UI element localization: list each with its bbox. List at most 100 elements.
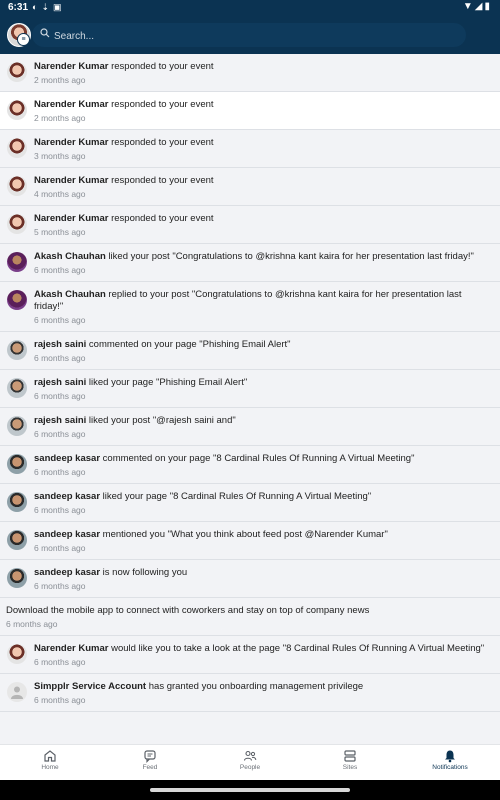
notification-time: 6 months ago xyxy=(34,391,86,401)
notification-actor[interactable]: Akash Chauhan xyxy=(34,289,106,300)
app-header: ≡ xyxy=(0,16,500,54)
notification-time: 3 months ago xyxy=(34,151,86,161)
notification-actor[interactable]: Narender Kumar xyxy=(34,213,108,224)
avatar[interactable] xyxy=(7,290,27,310)
sites-icon xyxy=(344,750,356,762)
avatar[interactable] xyxy=(7,416,27,436)
avatar[interactable] xyxy=(7,340,27,360)
notification-item[interactable]: Akash Chauhan replied to your post "Cong… xyxy=(0,282,500,332)
notification-actor[interactable]: rajesh saini xyxy=(34,339,86,350)
notification-item[interactable]: Akash Chauhan liked your post "Congratul… xyxy=(0,244,500,282)
notification-time: 6 months ago xyxy=(34,505,86,515)
notification-actor[interactable]: Narender Kumar xyxy=(34,643,108,654)
notification-text: responded to your event xyxy=(108,137,214,148)
app-icon: ▣ xyxy=(52,2,66,12)
notification-actor[interactable]: sandeep kasar xyxy=(34,453,100,464)
user-placeholder-icon xyxy=(11,686,23,699)
home-gesture-bar[interactable] xyxy=(150,788,350,792)
notification-text: mentioned you "What you think about feed… xyxy=(100,529,388,540)
notification-actor[interactable]: Narender Kumar xyxy=(34,61,108,72)
nav-sites[interactable]: Sites xyxy=(300,749,400,779)
notification-message: Narender Kumar responded to your event xyxy=(34,61,490,73)
avatar[interactable] xyxy=(7,530,27,550)
avatar[interactable] xyxy=(7,100,27,120)
battery-icon: ▮ xyxy=(484,1,492,12)
notification-item[interactable]: sandeep kasar liked your page "8 Cardina… xyxy=(0,484,500,522)
avatar[interactable] xyxy=(7,214,27,234)
notification-text: responded to your event xyxy=(108,99,214,110)
notification-actor[interactable]: rajesh saini xyxy=(34,377,86,388)
notification-item[interactable]: rajesh saini liked your post "@rajesh sa… xyxy=(0,408,500,446)
avatar[interactable] xyxy=(7,252,27,272)
feed-icon xyxy=(144,750,156,763)
notification-message: Narender Kumar would like you to take a … xyxy=(34,643,490,655)
notification-text: liked your post "Congratulations to @kri… xyxy=(105,251,474,262)
avatar[interactable] xyxy=(7,568,27,588)
avatar[interactable] xyxy=(7,682,27,702)
status-right-icons: ▼◢▮ xyxy=(463,1,492,12)
notification-item[interactable]: sandeep kasar is now following you 6 mont… xyxy=(0,560,500,598)
notification-time: 6 months ago xyxy=(34,315,86,325)
nav-people[interactable]: People xyxy=(200,749,300,779)
notification-text: has granted you onboarding management pr… xyxy=(146,681,364,692)
avatar[interactable] xyxy=(7,176,27,196)
notification-actor[interactable]: Narender Kumar xyxy=(34,175,108,186)
nav-notifications[interactable]: Notifications xyxy=(400,749,500,779)
avatar[interactable] xyxy=(7,644,27,664)
nav-feed[interactable]: Feed xyxy=(100,749,200,779)
notification-item[interactable]: Simpplr Service Account has granted you … xyxy=(0,674,500,712)
notification-message: Narender Kumar responded to your event xyxy=(34,137,490,149)
status-bar: 6:31 ◐⇣▣ ▼◢▮ xyxy=(0,0,500,16)
avatar[interactable] xyxy=(7,138,27,158)
notification-item[interactable]: Narender Kumar responded to your event 2 … xyxy=(0,92,500,130)
notification-item[interactable]: Narender Kumar responded to your event 5 … xyxy=(0,206,500,244)
notification-item[interactable]: sandeep kasar commented on your page "8 … xyxy=(0,446,500,484)
menu-badge-icon[interactable]: ≡ xyxy=(17,33,30,46)
notification-list: Narender Kumar responded to your event 2 … xyxy=(0,54,500,712)
search-input[interactable] xyxy=(52,26,456,46)
avatar[interactable] xyxy=(7,454,27,474)
notification-time: 6 months ago xyxy=(34,657,86,667)
status-time: 6:31 xyxy=(8,2,29,13)
notification-time: 6 months ago xyxy=(34,467,86,477)
notification-message: sandeep kasar mentioned you "What you th… xyxy=(34,529,490,541)
notification-actor[interactable]: Akash Chauhan xyxy=(34,251,106,262)
notification-item[interactable]: Narender Kumar responded to your event 3 … xyxy=(0,130,500,168)
notification-actor[interactable]: sandeep kasar xyxy=(34,491,100,502)
notification-time: 5 months ago xyxy=(34,227,86,237)
notification-item[interactable]: Narender Kumar responded to your event 2 … xyxy=(0,54,500,92)
notification-actor[interactable]: rajesh saini xyxy=(34,415,86,426)
avatar[interactable] xyxy=(7,62,27,82)
notification-time: 6 months ago xyxy=(34,265,86,275)
notification-message: Akash Chauhan replied to your post "Cong… xyxy=(34,289,490,313)
notification-actor[interactable]: sandeep kasar xyxy=(34,567,100,578)
notification-item[interactable]: rajesh saini commented on your page "Phi… xyxy=(0,332,500,370)
people-icon xyxy=(243,750,257,761)
notification-time: 6 months ago xyxy=(34,353,86,363)
notification-item[interactable]: rajesh saini liked your page "Phishing E… xyxy=(0,370,500,408)
usb-icon: ⇣ xyxy=(41,2,53,12)
notification-time: 6 months ago xyxy=(34,543,86,553)
notification-item[interactable]: Narender Kumar responded to your event 4 … xyxy=(0,168,500,206)
notification-actor[interactable]: Simpplr Service Account xyxy=(34,681,146,692)
avatar[interactable] xyxy=(7,492,27,512)
notification-text: liked your post "@rajesh saini and" xyxy=(86,415,236,426)
notification-item[interactable]: Narender Kumar would like you to take a … xyxy=(0,636,500,674)
notification-actor[interactable]: Narender Kumar xyxy=(34,99,108,110)
notification-actor[interactable]: sandeep kasar xyxy=(34,529,100,540)
notification-item[interactable]: sandeep kasar mentioned you "What you th… xyxy=(0,522,500,560)
notification-text: is now following you xyxy=(100,567,188,578)
notification-actor[interactable]: Narender Kumar xyxy=(34,137,108,148)
notification-text: would like you to take a look at the pag… xyxy=(108,643,485,654)
notification-message: sandeep kasar commented on your page "8 … xyxy=(34,453,490,465)
notification-text: commented on your page "Phishing Email A… xyxy=(86,339,291,350)
avatar[interactable] xyxy=(7,378,27,398)
notification-item[interactable]: Download the mobile app to connect with … xyxy=(0,598,500,636)
notification-message: Narender Kumar responded to your event xyxy=(34,213,490,225)
nav-home[interactable]: Home xyxy=(0,749,100,779)
notification-message: rajesh saini commented on your page "Phi… xyxy=(34,339,490,351)
search-icon xyxy=(40,28,50,38)
search-bar[interactable] xyxy=(32,23,466,47)
notification-time: 6 months ago xyxy=(34,695,86,705)
notification-time: 6 months ago xyxy=(34,581,86,591)
